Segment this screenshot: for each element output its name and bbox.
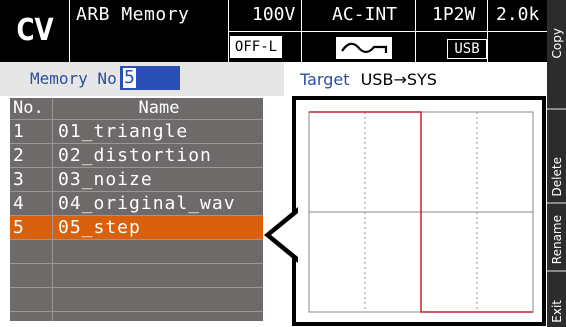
list-item[interactable]: 2 02_distortion (10, 143, 263, 167)
memory-number-field[interactable]: 5 (120, 66, 180, 90)
column-header-no: No. (13, 98, 44, 118)
sine-wave-icon (336, 37, 392, 59)
mode-indicator: CV (16, 13, 54, 48)
list-item-selected[interactable]: 5 05_step (10, 215, 263, 239)
target-value: USB→SYS (360, 70, 437, 89)
list-item-empty[interactable] (10, 263, 263, 287)
status-header: CV ARB Memory 100V AC-INT 1P2W 2.0k OFF-… (0, 0, 547, 62)
exit-softkey[interactable]: Exit (547, 272, 566, 327)
item-name: 02_distortion (58, 145, 212, 166)
list-item[interactable]: 1 01_triangle (10, 119, 263, 143)
memory-number-label: Memory No. (30, 69, 127, 88)
column-header-name: Name (138, 98, 180, 118)
usb-badge: USB (447, 39, 487, 59)
off-state-badge: OFF-L (230, 36, 282, 58)
list-header: No. Name (10, 98, 263, 118)
list-item-empty[interactable] (10, 239, 263, 263)
rename-softkey-label: Rename (550, 214, 564, 264)
item-name: 03_noize (58, 169, 153, 190)
item-name: 04_original_wav (58, 193, 236, 214)
item-number: 3 (13, 169, 24, 190)
preview-pointer-icon (262, 205, 298, 265)
rename-softkey[interactable]: Rename (547, 204, 566, 268)
list-item[interactable]: 4 04_original_wav (10, 191, 263, 215)
softkey-bar: Copy Delete Rename Exit (547, 0, 566, 327)
voltage-range: 100V (252, 4, 296, 25)
item-name: 01_triangle (58, 121, 189, 142)
item-number: 2 (13, 145, 24, 166)
column-divider (52, 98, 53, 321)
copy-softkey-label: Copy (550, 27, 564, 58)
frequency-range: 2.0k (496, 4, 540, 25)
memory-number-bar: Memory No. 5 (0, 62, 284, 96)
item-number: 1 (13, 121, 24, 142)
delete-softkey[interactable]: Delete (547, 110, 566, 200)
target-label: Target (300, 70, 350, 89)
function-title: ARB Memory (76, 4, 190, 25)
waveform-plot (296, 100, 542, 322)
header-divider (69, 0, 70, 62)
memory-list[interactable]: No. Name 1 01_triangle 2 02_distortion 3… (10, 98, 263, 321)
exit-softkey-label: Exit (550, 300, 564, 323)
list-item-empty[interactable] (10, 311, 263, 321)
delete-softkey-label: Delete (550, 156, 564, 196)
waveform-preview (292, 96, 546, 326)
header-hline (228, 31, 547, 32)
item-number: 4 (13, 193, 24, 214)
output-mode: AC-INT (332, 4, 398, 25)
list-item[interactable]: 3 03_noize (10, 167, 263, 191)
copy-softkey[interactable]: Copy (547, 0, 566, 62)
phase-mode: 1P2W (432, 4, 476, 25)
memory-number-value: 5 (123, 67, 136, 88)
item-name: 05_step (58, 217, 141, 238)
list-item-empty[interactable] (10, 287, 263, 311)
item-number: 5 (13, 217, 24, 238)
target-indicator: Target USB→SYS (300, 70, 437, 89)
